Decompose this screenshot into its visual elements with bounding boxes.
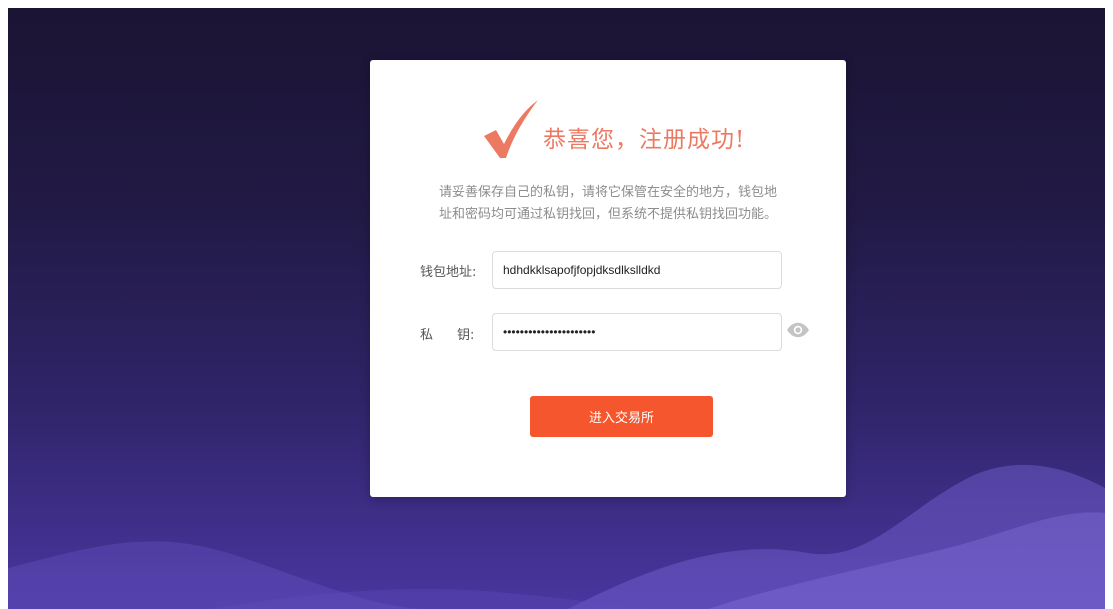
wallet-address-input[interactable]: [492, 251, 782, 289]
private-key-label-part: 私: [420, 328, 434, 343]
registration-success-card: 恭喜您，注册成功! 请妥善保存自己的私钥，请将它保管在安全的地方，钱包地 址和密…: [370, 60, 846, 497]
eye-icon[interactable]: [786, 322, 810, 338]
success-description: 请妥善保存自己的私钥，请将它保管在安全的地方，钱包地 址和密码均可通过私钥找回，…: [426, 182, 790, 226]
private-key-label: 私 钥:: [420, 324, 474, 343]
page-background: 恭喜您，注册成功! 请妥善保存自己的私钥，请将它保管在安全的地方，钱包地 址和密…: [8, 8, 1105, 609]
description-line: 请妥善保存自己的私钥，请将它保管在安全的地方，钱包地: [438, 185, 777, 200]
success-title: 恭喜您，注册成功!: [543, 127, 746, 153]
enter-exchange-button[interactable]: 进入交易所: [530, 396, 713, 437]
private-key-input[interactable]: [492, 313, 782, 351]
description-line: 址和密码均可通过私钥找回，但系统不提供私钥找回功能。: [438, 207, 777, 222]
wallet-address-label: 钱包地址:: [420, 265, 477, 280]
private-key-label-part: 钥:: [457, 328, 475, 343]
check-icon: [484, 100, 538, 158]
